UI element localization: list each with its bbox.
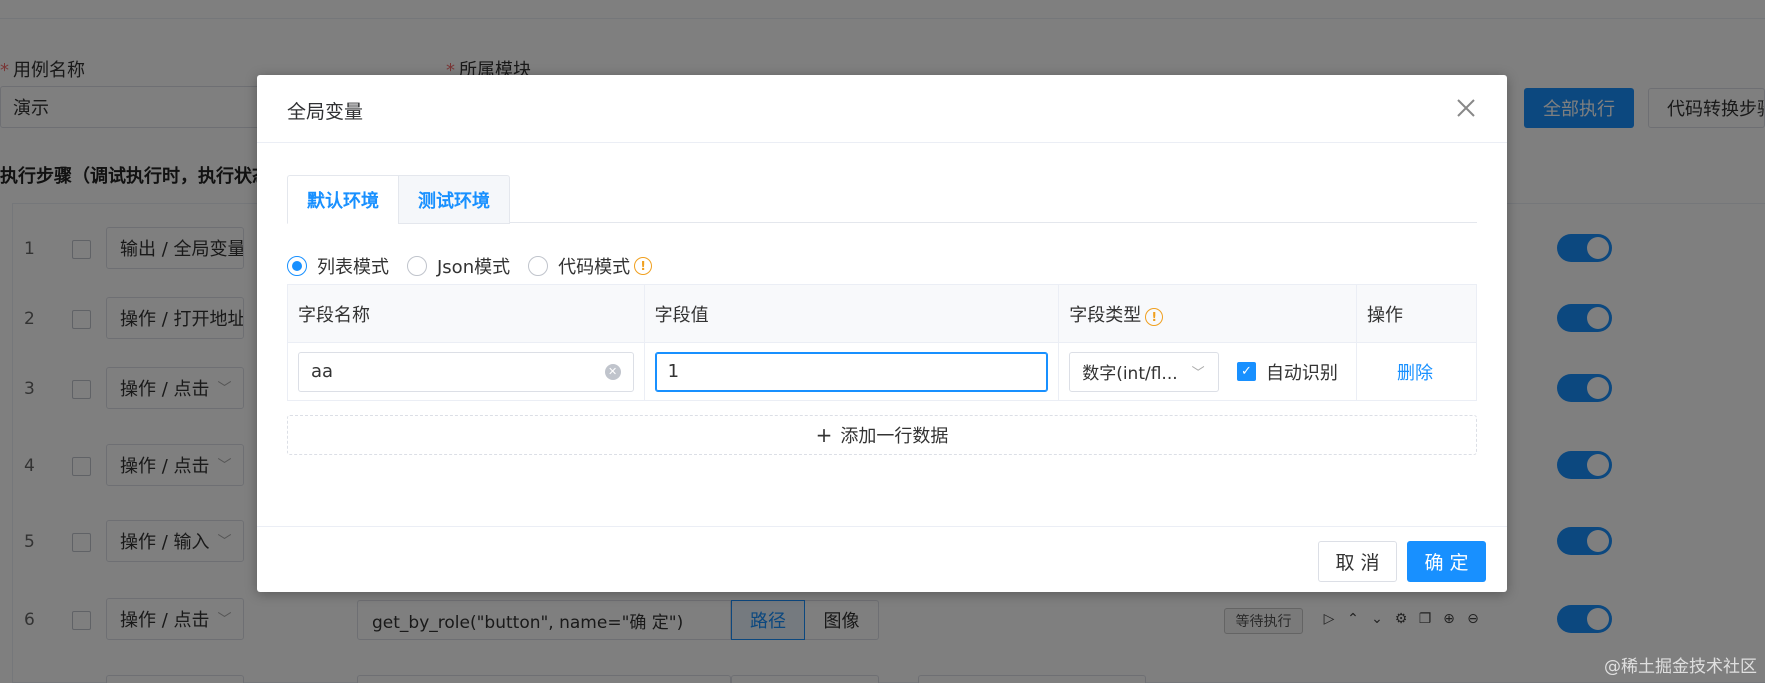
environment-tabs: 默认环境 测试环境 bbox=[287, 175, 1477, 224]
cancel-button[interactable]: 取 消 bbox=[1318, 541, 1397, 582]
field-type-select[interactable]: 数字(int/fl... ﹀ bbox=[1069, 351, 1220, 392]
auto-detect-checkbox[interactable]: ✓ 自动识别 bbox=[1236, 359, 1338, 385]
delete-row-button[interactable]: 删除 bbox=[1367, 363, 1433, 384]
plus-icon: + bbox=[815, 423, 833, 447]
radio-dot[interactable] bbox=[407, 256, 427, 276]
tab-test-env[interactable]: 测试环境 bbox=[398, 175, 510, 224]
mode-radio-group: 列表模式 Json模式 代码模式 ! bbox=[287, 251, 670, 281]
dialog-title: 全局变量 bbox=[287, 101, 364, 123]
radio-dot[interactable] bbox=[528, 256, 549, 276]
table-row: aa ✕ 1 数字(int/fl... ﹀ ✓ 自动识别 删除 bbox=[287, 342, 1477, 401]
radio-list-mode[interactable]: 列表模式 bbox=[287, 253, 389, 279]
dialog-header: 全局变量 bbox=[257, 75, 1507, 143]
close-icon[interactable] bbox=[1455, 97, 1477, 119]
column-header-name: 字段名称 bbox=[287, 284, 645, 343]
tab-default-env[interactable]: 默认环境 bbox=[287, 175, 399, 224]
global-variables-dialog: 全局变量 默认环境 测试环境 列表模式 Json模式 代码模式 ! 字段名称 字… bbox=[257, 75, 1507, 592]
info-icon[interactable]: ! bbox=[1145, 307, 1164, 326]
radio-dot[interactable] bbox=[287, 256, 307, 276]
radio-code-mode[interactable]: 代码模式 ! bbox=[528, 253, 653, 279]
field-name-input[interactable]: aa ✕ bbox=[298, 351, 634, 392]
column-header-value: 字段值 bbox=[643, 284, 1060, 343]
confirm-button[interactable]: 确 定 bbox=[1407, 541, 1486, 582]
add-row-button[interactable]: + 添加一行数据 bbox=[287, 415, 1477, 455]
clear-icon[interactable]: ✕ bbox=[604, 363, 621, 380]
watermark: @稀土掘金技术社区 bbox=[1604, 657, 1757, 677]
info-icon[interactable]: ! bbox=[634, 257, 653, 275]
variables-table: 字段名称 字段值 字段类型! 操作 aa ✕ 1 数字(int/fl... ﹀ … bbox=[287, 284, 1477, 401]
check-icon[interactable]: ✓ bbox=[1236, 362, 1256, 381]
table-header-row: 字段名称 字段值 字段类型! 操作 bbox=[287, 284, 1477, 343]
dialog-footer: 取 消 确 定 bbox=[257, 526, 1507, 592]
column-header-type: 字段类型! bbox=[1058, 284, 1358, 343]
radio-json-mode[interactable]: Json模式 bbox=[407, 253, 510, 279]
field-value-input[interactable]: 1 bbox=[654, 351, 1049, 392]
chevron-down-icon: ﹀ bbox=[1191, 366, 1205, 381]
column-header-ops: 操作 bbox=[1356, 284, 1477, 343]
